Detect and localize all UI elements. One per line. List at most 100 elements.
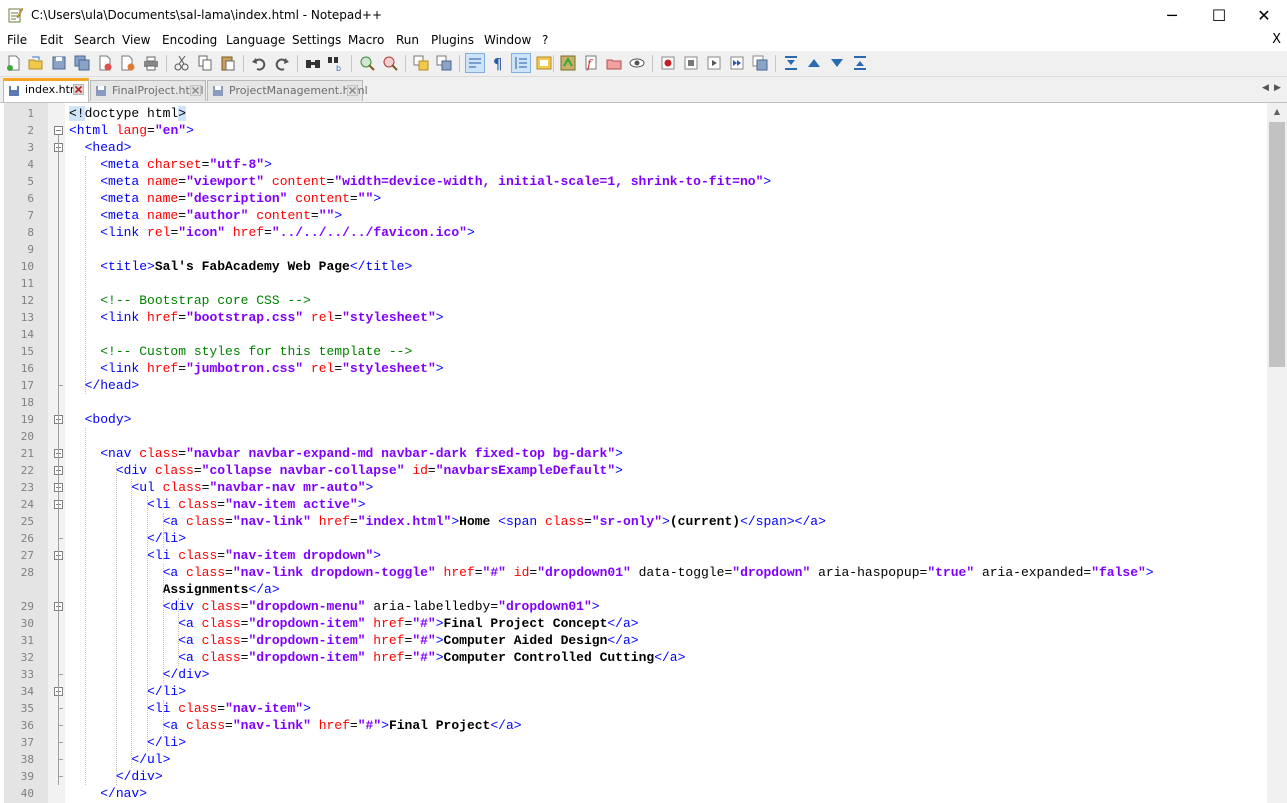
code-text: <!-- Bootstrap core CSS --> [69,292,311,309]
menu-search[interactable]: Search [74,33,115,47]
code-token: charset [147,157,202,172]
code-token: class [162,480,202,495]
tab-scroll-right-icon[interactable]: ▶ [1274,83,1281,93]
open-file-icon[interactable] [27,54,45,72]
code-token: <meta [100,174,148,189]
play-macro-icon[interactable] [705,54,723,72]
find-icon[interactable] [304,54,322,72]
code-token: = [225,565,233,580]
zoom-in-icon[interactable] [358,54,376,72]
fold-all-icon[interactable] [782,54,800,72]
line-number: 8 [27,226,34,239]
save-macro-icon[interactable] [751,54,769,72]
code-token: class [139,446,179,461]
tab-scroll-left-icon[interactable]: ◀ [1262,83,1269,93]
close-icon[interactable] [96,54,114,72]
menu-window[interactable]: Window [484,33,531,47]
code-token: > [763,174,772,189]
line-number: 26 [20,532,34,545]
replace-icon[interactable]: b [327,54,345,72]
menu-language[interactable]: Language [226,33,285,47]
line-number: 31 [20,634,34,647]
indent-guide [131,479,132,768]
code-token: = [584,514,592,529]
redo-icon[interactable] [273,54,291,72]
line-number: 29 [20,600,34,613]
tab-index-html[interactable]: index.html [3,78,89,102]
paste-icon[interactable] [219,54,237,72]
menu-encoding[interactable]: Encoding [162,33,217,47]
record-macro-icon[interactable] [659,54,677,72]
code-token: = [147,123,155,138]
undo-icon[interactable] [250,54,268,72]
toolbar-separator [351,55,352,72]
code-text: <a class="nav-link dropdown-toggle" href… [69,564,1154,581]
code-token: "nav-link" [232,718,311,733]
save-all-icon[interactable] [73,54,91,72]
vertical-scrollbar[interactable]: ▲ [1267,103,1287,803]
tab-finalproject-html[interactable]: FinalProject.html [90,80,206,101]
menu-file[interactable]: File [7,33,27,47]
minimize-button[interactable]: ─ [1149,0,1195,31]
indent-guide [116,462,117,785]
menu-view[interactable]: View [122,33,150,47]
code-text: <meta name="author" content=""> [69,207,342,224]
run-macro-multiple-icon[interactable] [728,54,746,72]
menu-help[interactable]: ? [542,33,548,47]
folder-workspace-icon[interactable]: f [582,54,600,72]
word-wrap-icon[interactable] [465,53,485,73]
new-file-icon[interactable] [5,54,23,72]
fold-toggle-icon[interactable] [54,126,63,135]
unfold-all-icon[interactable] [851,54,869,72]
doc-list-icon[interactable] [605,54,623,72]
sync-horizontal-icon[interactable] [435,54,453,72]
scroll-up-arrow-icon[interactable]: ▲ [1267,103,1287,120]
code-token: > [334,208,343,223]
stop-record-icon[interactable] [682,54,700,72]
code-token: <body> [84,412,132,427]
close-tab-icon[interactable] [190,85,201,96]
save-icon[interactable] [50,54,68,72]
zoom-out-icon[interactable] [381,54,399,72]
menu-run[interactable]: Run [396,33,419,47]
show-all-chars-icon[interactable]: ¶ [489,54,507,72]
line-number: 35 [20,702,34,715]
copy-icon[interactable] [196,54,214,72]
menu-plugins[interactable]: Plugins [431,33,474,47]
menu-edit[interactable]: Edit [40,33,63,47]
close-all-icon[interactable] [119,54,137,72]
menu-macro[interactable]: Macro [348,33,384,47]
line-number: 1 [27,107,34,120]
code-token: </head> [84,378,140,393]
code-token: Home [459,514,499,529]
maximize-button[interactable]: ☐ [1196,0,1242,31]
function-list-icon[interactable] [559,54,577,72]
indent-guide-icon[interactable] [511,53,531,73]
menu-settings[interactable]: Settings [292,33,341,47]
close-window-button[interactable]: ✕ [1241,0,1287,31]
cut-icon[interactable] [173,54,191,72]
monitor-icon[interactable] [628,54,646,72]
next-bookmark-icon[interactable] [828,54,846,72]
close-tab-icon[interactable] [347,85,358,96]
sync-vertical-icon[interactable] [412,54,430,72]
prev-bookmark-icon[interactable] [805,54,823,72]
code-token: "en" [154,123,187,138]
code-token: rel [310,310,335,325]
close-document-button[interactable]: X [1272,32,1281,47]
code-token: > [365,480,374,495]
doc-map-icon[interactable] [535,54,553,72]
scrollbar-thumb[interactable] [1269,122,1285,367]
code-token: <! [69,106,85,121]
close-tab-icon[interactable] [73,84,84,95]
tab-projectmanagement-html[interactable]: ProjectManagement.html [207,80,368,101]
code-token: "jumbotron.css" [186,361,304,376]
print-icon[interactable] [142,54,160,72]
toolbar-separator [652,55,653,72]
line-number: 7 [27,209,34,222]
code-editor[interactable]: 1 <!doctype html> 2 <html lang="en"> 3 <head… [0,103,1287,803]
